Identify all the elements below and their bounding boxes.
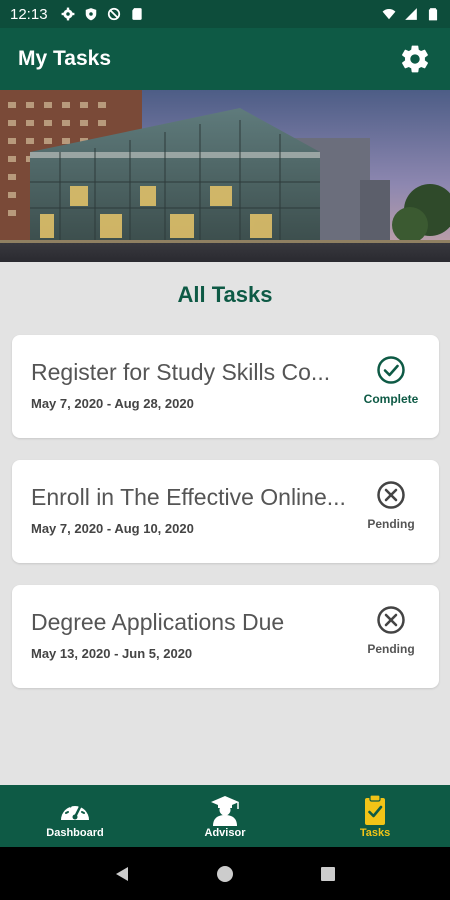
- back-button[interactable]: [112, 864, 132, 884]
- status-label: Complete: [363, 392, 419, 406]
- gear-icon: [402, 45, 428, 73]
- sd-card-icon: [131, 8, 142, 20]
- task-card[interactable]: Register for Study Skills Co... May 7, 2…: [12, 335, 439, 438]
- gauge-icon: [61, 800, 89, 820]
- back-triangle-icon: [115, 866, 128, 881]
- app-bar: My Tasks: [0, 28, 450, 90]
- task-status: Complete: [355, 355, 427, 406]
- task-dates: May 7, 2020 - Aug 10, 2020: [31, 521, 194, 536]
- clipboard-check-icon: [365, 793, 385, 825]
- nav-advisor[interactable]: Advisor: [150, 785, 300, 847]
- nav-tasks[interactable]: Tasks: [300, 785, 450, 847]
- hero-image: [0, 90, 450, 262]
- section-title: All Tasks: [177, 282, 273, 307]
- graduate-icon: [211, 795, 239, 826]
- bottom-nav: Dashboard Advisor Tasks: [0, 785, 450, 847]
- settings-button[interactable]: [398, 42, 432, 76]
- status-label: Pending: [367, 642, 415, 656]
- system-nav-bar: [0, 847, 450, 900]
- page-title: My Tasks: [18, 47, 111, 70]
- task-status: Pending: [355, 480, 427, 531]
- recents-square-icon: [321, 866, 336, 881]
- status-label: Pending: [367, 517, 415, 531]
- home-button[interactable]: [215, 864, 235, 884]
- recents-button[interactable]: [318, 864, 338, 884]
- task-card[interactable]: Enroll in The Effective Online... May 7,…: [12, 460, 439, 563]
- task-list: Register for Study Skills Co... May 7, 2…: [12, 335, 439, 710]
- task-dates: May 13, 2020 - Jun 5, 2020: [31, 646, 193, 661]
- signal-icon: [405, 8, 417, 20]
- settings-notification-icon: [61, 7, 74, 21]
- blocked-notification-icon: [107, 7, 120, 21]
- nav-label: Advisor: [204, 826, 246, 839]
- status-time: 12:13: [10, 5, 48, 23]
- wifi-icon: [382, 9, 396, 20]
- nav-dashboard[interactable]: Dashboard: [0, 785, 150, 847]
- shield-notification-icon: [85, 8, 96, 21]
- x-circle-icon: [377, 481, 405, 509]
- task-title: Degree Applications Due: [31, 609, 285, 635]
- status-bar: 12:13: [0, 0, 450, 28]
- home-circle-icon: [216, 865, 233, 882]
- task-title: Enroll in The Effective Online...: [31, 484, 346, 510]
- task-card[interactable]: Degree Applications Due May 13, 2020 - J…: [12, 585, 439, 688]
- task-dates: May 7, 2020 - Aug 28, 2020: [31, 396, 194, 411]
- task-title: Register for Study Skills Co...: [31, 359, 331, 385]
- nav-label: Dashboard: [46, 826, 104, 839]
- task-status: Pending: [355, 605, 427, 656]
- check-circle-icon: [377, 356, 405, 384]
- x-circle-icon: [377, 606, 405, 634]
- battery-icon: [428, 8, 438, 21]
- nav-label: Tasks: [359, 826, 391, 839]
